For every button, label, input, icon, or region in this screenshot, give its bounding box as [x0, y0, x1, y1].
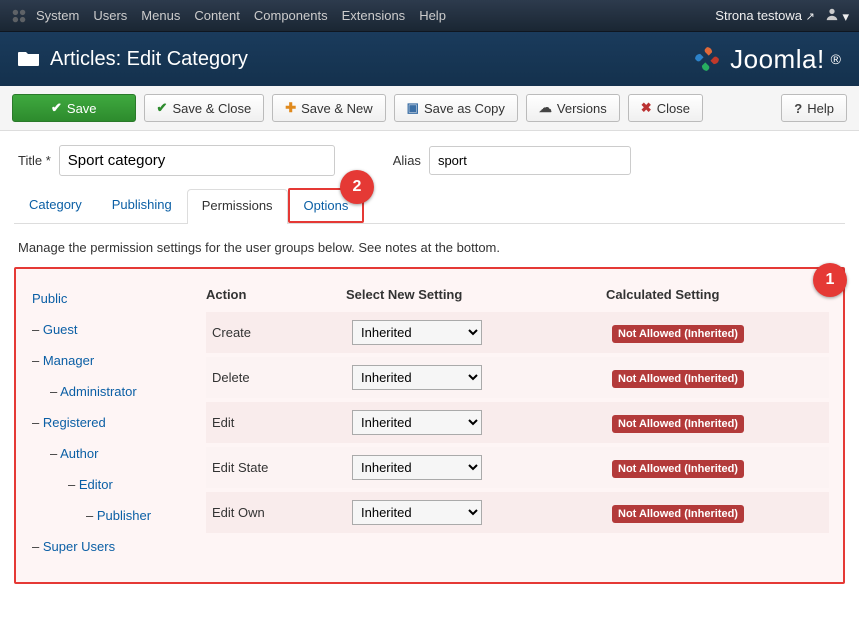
- copy-icon: ▣: [407, 100, 419, 116]
- menu-system[interactable]: System: [36, 8, 79, 23]
- perm-select[interactable]: Inherited: [352, 410, 482, 435]
- user-menu[interactable]: ▾: [825, 7, 849, 25]
- col-select: Select New Setting: [346, 287, 606, 302]
- toolbar: ✔Save ✔Save & Close ✚Save & New ▣Save as…: [0, 86, 859, 131]
- top-menu: System Users Menus Content Components Extensi…: [36, 8, 715, 23]
- menu-users[interactable]: Users: [93, 8, 127, 23]
- perm-calc-badge: Not Allowed (Inherited): [612, 325, 744, 343]
- permissions-panel: 1 PublicGuestManagerAdministratorRegiste…: [14, 267, 845, 584]
- perm-row: CreateInherited Not Allowed (Inherited): [206, 312, 829, 353]
- group-administrator[interactable]: Administrator: [32, 376, 192, 407]
- perm-select[interactable]: Inherited: [352, 365, 482, 390]
- title-label: Title *: [18, 153, 51, 168]
- close-button[interactable]: ✖Close: [628, 94, 703, 122]
- perm-action: Edit Own: [212, 505, 352, 520]
- col-calc: Calculated Setting: [606, 287, 829, 302]
- menu-content[interactable]: Content: [194, 8, 240, 23]
- joomla-logo: Joomla!®: [690, 42, 841, 76]
- perm-action: Delete: [212, 370, 352, 385]
- perm-action: Create: [212, 325, 352, 340]
- folder-icon: [18, 49, 40, 70]
- group-guest[interactable]: Guest: [32, 314, 192, 345]
- menu-extensions[interactable]: Extensions: [342, 8, 406, 23]
- tab-permissions[interactable]: Permissions: [187, 189, 288, 224]
- perm-row: EditInherited Not Allowed (Inherited): [206, 402, 829, 443]
- annotation-marker-1: 1: [813, 263, 847, 297]
- group-public[interactable]: Public: [32, 283, 192, 314]
- alias-input[interactable]: [429, 146, 631, 175]
- permissions-table: Action Select New Setting Calculated Set…: [198, 271, 841, 568]
- group-editor[interactable]: Editor: [32, 469, 192, 500]
- help-icon: ?: [794, 101, 802, 116]
- menu-help[interactable]: Help: [419, 8, 446, 23]
- logo-text: Joomla!: [730, 44, 825, 75]
- perm-calc-badge: Not Allowed (Inherited): [612, 415, 744, 433]
- perm-row: DeleteInherited Not Allowed (Inherited): [206, 357, 829, 398]
- group-manager[interactable]: Manager: [32, 345, 192, 376]
- versions-button[interactable]: ☁Versions: [526, 94, 620, 122]
- perm-row: Edit OwnInherited Not Allowed (Inherited): [206, 492, 829, 533]
- save-close-button[interactable]: ✔Save & Close: [144, 94, 265, 122]
- save-new-button[interactable]: ✚Save & New: [272, 94, 385, 122]
- group-super-users[interactable]: Super Users: [32, 531, 192, 562]
- user-groups-list: PublicGuestManagerAdministratorRegistere…: [18, 271, 198, 568]
- close-icon: ✖: [641, 100, 652, 116]
- permissions-note: Manage the permission settings for the u…: [14, 240, 845, 255]
- page-title: Articles: Edit Category: [50, 48, 690, 71]
- perm-select[interactable]: Inherited: [352, 455, 482, 480]
- annotation-marker-2: 2: [340, 170, 374, 204]
- joomla-icon-small: [10, 7, 28, 25]
- perm-calc-badge: Not Allowed (Inherited): [612, 460, 744, 478]
- admin-topbar: System Users Menus Content Components Extensi…: [0, 0, 859, 32]
- perm-row: Edit StateInherited Not Allowed (Inherite…: [206, 447, 829, 488]
- title-input[interactable]: [59, 145, 335, 176]
- col-action: Action: [206, 287, 346, 302]
- check-icon: ✔: [51, 100, 62, 116]
- tabs: Category Publishing Permissions Options: [14, 188, 845, 224]
- external-link-icon: ↗: [806, 11, 815, 23]
- site-link[interactable]: Strona testowa ↗: [715, 8, 815, 23]
- tab-category[interactable]: Category: [14, 188, 97, 223]
- group-registered[interactable]: Registered: [32, 407, 192, 438]
- perm-calc-badge: Not Allowed (Inherited): [612, 505, 744, 523]
- title-row: Title * Alias: [0, 131, 859, 182]
- tab-publishing[interactable]: Publishing: [97, 188, 187, 223]
- check-icon: ✔: [157, 100, 168, 116]
- perm-calc-badge: Not Allowed (Inherited): [612, 370, 744, 388]
- plus-icon: ✚: [285, 100, 296, 116]
- menu-components[interactable]: Components: [254, 8, 328, 23]
- menu-menus[interactable]: Menus: [141, 8, 180, 23]
- perm-action: Edit: [212, 415, 352, 430]
- group-author[interactable]: Author: [32, 438, 192, 469]
- alias-label: Alias: [393, 153, 421, 168]
- group-publisher[interactable]: Publisher: [32, 500, 192, 531]
- save-button[interactable]: ✔Save: [12, 94, 136, 122]
- perm-select[interactable]: Inherited: [352, 320, 482, 345]
- versions-icon: ☁: [539, 100, 552, 116]
- perm-action: Edit State: [212, 460, 352, 475]
- save-copy-button[interactable]: ▣Save as Copy: [394, 94, 518, 122]
- page-header: Articles: Edit Category Joomla!®: [0, 32, 859, 86]
- perm-select[interactable]: Inherited: [352, 500, 482, 525]
- help-button[interactable]: ?Help: [781, 94, 847, 122]
